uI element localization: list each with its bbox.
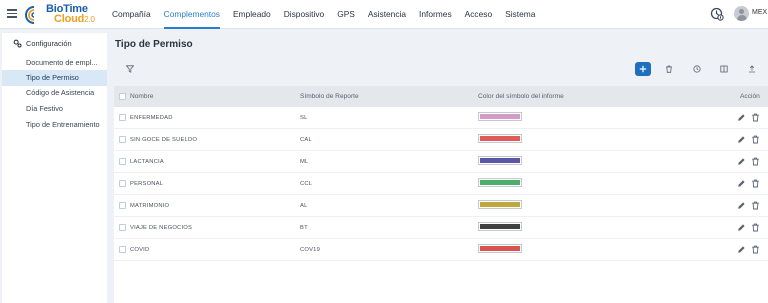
sidebar-header[interactable]: Configuración bbox=[13, 39, 72, 48]
trash-icon[interactable] bbox=[751, 179, 760, 188]
sidebar-item-documento[interactable]: Documento de empl... bbox=[2, 55, 107, 71]
history-button[interactable] bbox=[689, 62, 705, 76]
table-row: VIAJE DE NEGOCIOS BT bbox=[114, 217, 768, 239]
logo-version: 2.0 bbox=[84, 15, 95, 24]
filter-button[interactable] bbox=[122, 62, 138, 76]
sidebar-item-tipo-de-permiso[interactable]: Tipo de Permiso bbox=[2, 70, 107, 86]
cell-name: LACTANCIA bbox=[130, 159, 164, 165]
cell-symbol: CAL bbox=[300, 137, 312, 143]
trash-icon[interactable] bbox=[751, 245, 760, 254]
color-swatch bbox=[478, 178, 522, 187]
cell-name: COVID bbox=[130, 247, 150, 253]
notification-icon[interactable] bbox=[710, 7, 724, 21]
cell-symbol: BT bbox=[300, 225, 308, 231]
table-row: COVID COV19 bbox=[114, 239, 768, 261]
delete-button[interactable] bbox=[661, 62, 677, 76]
cell-symbol: CCL bbox=[300, 181, 313, 187]
sidebar-header-label: Configuración bbox=[26, 39, 72, 48]
columns-icon bbox=[720, 65, 728, 73]
row-checkbox[interactable] bbox=[119, 136, 126, 143]
row-checkbox[interactable] bbox=[119, 158, 126, 165]
trash-icon bbox=[666, 65, 672, 73]
row-checkbox[interactable] bbox=[119, 202, 126, 209]
color-swatch bbox=[478, 222, 522, 231]
table-row: MATRIMONIO AL bbox=[114, 195, 768, 217]
user-avatar[interactable] bbox=[734, 6, 749, 21]
cell-symbol: ML bbox=[300, 159, 309, 165]
column-header-color[interactable]: Color del símbolo del informe bbox=[478, 86, 564, 107]
menu-icon[interactable] bbox=[7, 9, 17, 18]
table-row: ENFERMEDAD SL bbox=[114, 107, 768, 129]
nav-complementos[interactable]: Complementos bbox=[163, 0, 220, 29]
row-checkbox[interactable] bbox=[119, 246, 126, 253]
trash-icon[interactable] bbox=[751, 135, 760, 144]
pencil-icon[interactable] bbox=[737, 113, 746, 122]
column-header-symbol[interactable]: Símbolo de Reporte bbox=[300, 86, 359, 107]
table-row: PERSONAL CCL bbox=[114, 173, 768, 195]
clock-icon bbox=[693, 65, 701, 73]
logo-mark-icon bbox=[24, 6, 35, 24]
nav-sistema[interactable]: Sistema bbox=[505, 0, 535, 29]
cell-symbol: AL bbox=[300, 203, 308, 209]
row-checkbox[interactable] bbox=[119, 224, 126, 231]
sidebar-item-tipo-de-entrenamiento[interactable]: Tipo de Entrenamiento bbox=[2, 117, 107, 133]
trash-icon[interactable] bbox=[751, 113, 760, 122]
logo-text-cloud: Cloud2.0 bbox=[54, 13, 95, 25]
plus-icon bbox=[639, 65, 647, 73]
cell-name: PERSONAL bbox=[130, 181, 164, 187]
sidebar-item-dia-festivo[interactable]: Día Festivo bbox=[2, 101, 107, 117]
pencil-icon[interactable] bbox=[737, 201, 746, 210]
row-checkbox[interactable] bbox=[119, 180, 126, 187]
nav-dispositivo[interactable]: Dispositivo bbox=[284, 0, 325, 29]
add-button[interactable] bbox=[635, 62, 651, 76]
color-swatch bbox=[478, 244, 522, 253]
cell-name: ENFERMEDAD bbox=[130, 115, 173, 121]
cell-symbol: COV19 bbox=[300, 247, 321, 253]
row-checkbox[interactable] bbox=[119, 114, 126, 121]
sidebar-item-codigo-de-asistencia[interactable]: Código de Asistencia bbox=[2, 85, 107, 101]
table-row: LACTANCIA ML bbox=[114, 151, 768, 173]
select-all-checkbox[interactable] bbox=[119, 93, 126, 100]
trash-icon[interactable] bbox=[751, 223, 760, 232]
trash-icon[interactable] bbox=[751, 201, 760, 210]
filter-icon bbox=[126, 65, 134, 73]
cell-name: VIAJE DE NEGOCIOS bbox=[130, 225, 193, 231]
permission-type-table: Nombre Símbolo de Reporte Color del símb… bbox=[114, 86, 768, 303]
pencil-icon[interactable] bbox=[737, 179, 746, 188]
nav-compania[interactable]: Compañía bbox=[112, 0, 151, 29]
nav-asistencia[interactable]: Asistencia bbox=[368, 0, 406, 29]
pencil-icon[interactable] bbox=[737, 135, 746, 144]
color-swatch bbox=[478, 200, 522, 209]
nav-acceso[interactable]: Acceso bbox=[465, 0, 492, 29]
pencil-icon[interactable] bbox=[737, 157, 746, 166]
trash-icon[interactable] bbox=[751, 157, 760, 166]
user-name[interactable]: MEX bbox=[752, 9, 767, 16]
gear-icon bbox=[13, 39, 22, 48]
export-button[interactable] bbox=[744, 62, 760, 76]
cell-name: SIN GOCE DE SUELDO bbox=[130, 137, 198, 143]
table-row: SIN GOCE DE SUELDO CAL bbox=[114, 129, 768, 151]
pencil-icon[interactable] bbox=[737, 223, 746, 232]
nav-empleado[interactable]: Empleado bbox=[233, 0, 271, 29]
cell-symbol: SL bbox=[300, 115, 308, 121]
table-header: Nombre Símbolo de Reporte Color del símb… bbox=[114, 86, 768, 107]
nav-gps[interactable]: GPS bbox=[337, 0, 355, 29]
cell-name: MATRIMONIO bbox=[130, 203, 170, 209]
biotime-logo[interactable]: BioTime Cloud2.0 bbox=[24, 2, 95, 27]
color-swatch bbox=[478, 156, 522, 165]
color-swatch bbox=[478, 112, 522, 121]
upload-icon bbox=[749, 65, 755, 73]
nav-informes[interactable]: Informes bbox=[419, 0, 452, 29]
page-title: Tipo de Permiso bbox=[115, 39, 193, 50]
main-nav: Compañía Complementos Empleado Dispositi… bbox=[112, 0, 548, 29]
pencil-icon[interactable] bbox=[737, 245, 746, 254]
column-header-name[interactable]: Nombre bbox=[130, 86, 153, 107]
column-header-action: Acción bbox=[740, 93, 760, 100]
columns-button[interactable] bbox=[716, 62, 732, 76]
top-navbar: BioTime Cloud2.0 Compañía Complementos E… bbox=[0, 0, 768, 29]
sidebar: Configuración Documento de empl... Tipo … bbox=[2, 33, 107, 303]
color-swatch bbox=[478, 134, 522, 143]
